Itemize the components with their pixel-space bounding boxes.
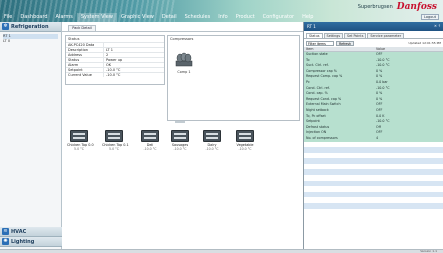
status-key: Setpoint: [66, 68, 104, 72]
status-value: Power up: [106, 58, 123, 62]
compressors-panel: Compressors Comp 1: [167, 35, 300, 121]
refresh-button[interactable]: Refresh: [336, 40, 355, 46]
hvac-icon: ≋: [2, 228, 9, 235]
main-panel: Pack Detail Status AK-PC420 Data Descrip…: [62, 22, 303, 249]
status-key: Status: [66, 58, 104, 62]
status-panel: Status AK-PC420 Data Description LT 1 Add…: [65, 35, 165, 85]
menu-configurator[interactable]: Configurator: [259, 13, 298, 22]
case-deli[interactable]: Deli -10.0 °C: [138, 130, 162, 153]
detail-title-bar: RT 1 ✕ ↑: [304, 22, 443, 31]
case-chicken-top-0-1[interactable]: Chicken Top 0.1 5.0 °C: [102, 130, 129, 153]
menu-product[interactable]: Product: [232, 13, 259, 22]
status-key: Alarm: [66, 63, 104, 67]
case-temp: -10.0 °C: [173, 147, 187, 151]
logout-button[interactable]: Logout: [421, 14, 439, 20]
case-temp: -10.0 °C: [238, 147, 252, 151]
case-temp: 5.0 °C: [74, 147, 84, 151]
status-row: Setpoint -10.0 °C: [66, 67, 164, 72]
menu-info[interactable]: Info: [214, 13, 231, 22]
display-case-icon: [141, 130, 159, 142]
status-row: Status Power up: [66, 57, 164, 62]
display-case-icon: [105, 130, 123, 142]
detail-panel: RT 1 ✕ ↑ Status Settings Set Points Serv…: [303, 22, 443, 249]
store-name: Superbrugsen: [357, 4, 393, 10]
status-row: AK-PC420 Data: [66, 42, 164, 47]
case-temp: -10.0 °C: [205, 147, 219, 151]
menu-detail[interactable]: Detail: [158, 13, 181, 22]
sidebar-hvac-label: HVAC: [11, 228, 27, 235]
status-bar: Version 1.1: [0, 249, 443, 253]
sidebar-hvac[interactable]: ≋ HVAC: [0, 227, 62, 237]
brand: Superbrugsen Danfoss: [358, 2, 437, 12]
close-icon[interactable]: ✕ ↑: [434, 24, 441, 29]
status-row: Current Value -10.0 °C: [66, 72, 164, 77]
menu-dashboard[interactable]: Dashboard: [16, 13, 51, 22]
case-temp: 5.0 °C: [109, 147, 119, 151]
tab-status[interactable]: Status: [306, 33, 323, 38]
display-case-icon: [203, 130, 221, 142]
version-label: Version 1.1: [420, 249, 437, 253]
bulb-icon: ✺: [2, 238, 9, 245]
menu-system-view[interactable]: System View: [76, 13, 117, 22]
status-row: Address 2: [66, 52, 164, 57]
case-dairy[interactable]: Dairy -10.0 °C: [200, 130, 224, 153]
sidebar-lighting-label: Lighting: [11, 238, 35, 245]
compressor-label: Comp 1: [177, 70, 191, 74]
param-value: 4: [376, 135, 379, 140]
case-vegetable[interactable]: Vegetable -10.0 °C: [233, 130, 257, 153]
panel-splitter[interactable]: [175, 121, 185, 123]
status-value: -10.0 °C: [106, 73, 121, 77]
status-value: OK: [106, 63, 112, 67]
column-item: Item: [306, 47, 314, 51]
menu-schedules[interactable]: Schedules: [181, 13, 215, 22]
display-case-icon: [236, 130, 254, 142]
menu-alarms[interactable]: Alarms: [52, 13, 77, 22]
danfoss-logo: Danfoss: [396, 2, 437, 12]
status-key: Description: [66, 48, 104, 52]
status-key: AK-PC420 Data: [66, 43, 104, 47]
status-value: 2: [106, 53, 109, 57]
case-chicken-top-0-0[interactable]: Chicken Top 0.0 5.0 °C: [67, 130, 94, 153]
tab-settings[interactable]: Settings: [323, 33, 344, 38]
case-sausages[interactable]: Sausages -10.0 °C: [168, 130, 192, 153]
detail-title: RT 1: [307, 24, 316, 29]
header-banner: File Dashboard Alarms System View Graphi…: [0, 0, 443, 22]
status-row: Description LT 1: [66, 47, 164, 52]
updated-timestamp: Updated 12:01:55 PM: [408, 41, 441, 45]
status-row: Alarm OK: [66, 62, 164, 67]
display-case-icon: [171, 130, 189, 142]
filter-select[interactable]: Filter items: [306, 40, 334, 46]
param-name: No. of compressors: [306, 135, 338, 140]
tab-divider: [62, 31, 303, 32]
sidebar: ❄ Refrigeration RT 1 LT 0 ≋ HVAC ✺ Light…: [0, 22, 62, 249]
menu-graphic-view[interactable]: Graphic View: [117, 13, 158, 22]
table-row[interactable]: No. of compressors 4: [304, 135, 443, 142]
sidebar-refrigeration-header[interactable]: ❄ Refrigeration: [0, 22, 61, 32]
detail-filter-bar: Filter items Refresh Updated 12:01:55 PM: [304, 39, 443, 47]
detail-table: Suction state OFF To -10.0 °C Suct. Ctrl. …: [304, 52, 443, 209]
menu-bar: File Dashboard Alarms System View Graphi…: [0, 13, 313, 22]
column-value: Value: [376, 47, 386, 51]
status-value: LT 1: [106, 48, 113, 52]
status-value: [104, 43, 164, 47]
tab-set-points[interactable]: Set Points: [344, 33, 367, 38]
menu-help[interactable]: Help: [298, 13, 317, 22]
sidebar-tree: RT 1 LT 0: [0, 32, 61, 46]
display-case-icon: [70, 130, 88, 142]
menu-file[interactable]: File: [0, 13, 16, 22]
compressor-icon[interactable]: [174, 52, 194, 68]
status-value: -10.0 °C: [106, 68, 121, 72]
tree-item-lt0[interactable]: LT 0: [3, 39, 58, 44]
app-window: File Dashboard Alarms System View Graphi…: [0, 0, 443, 253]
sidebar-lighting[interactable]: ✺ Lighting: [0, 237, 62, 247]
sidebar-header-label: Refrigeration: [11, 23, 49, 30]
status-key: Address: [66, 53, 104, 57]
status-key: Current Value: [66, 73, 104, 77]
compressors-title: Compressors: [170, 37, 194, 41]
case-temp: -10.0 °C: [143, 147, 157, 151]
tab-service-parameter[interactable]: Service parameter: [367, 33, 405, 38]
snowflake-icon: ❄: [2, 23, 9, 30]
table-row-empty: [304, 203, 443, 209]
